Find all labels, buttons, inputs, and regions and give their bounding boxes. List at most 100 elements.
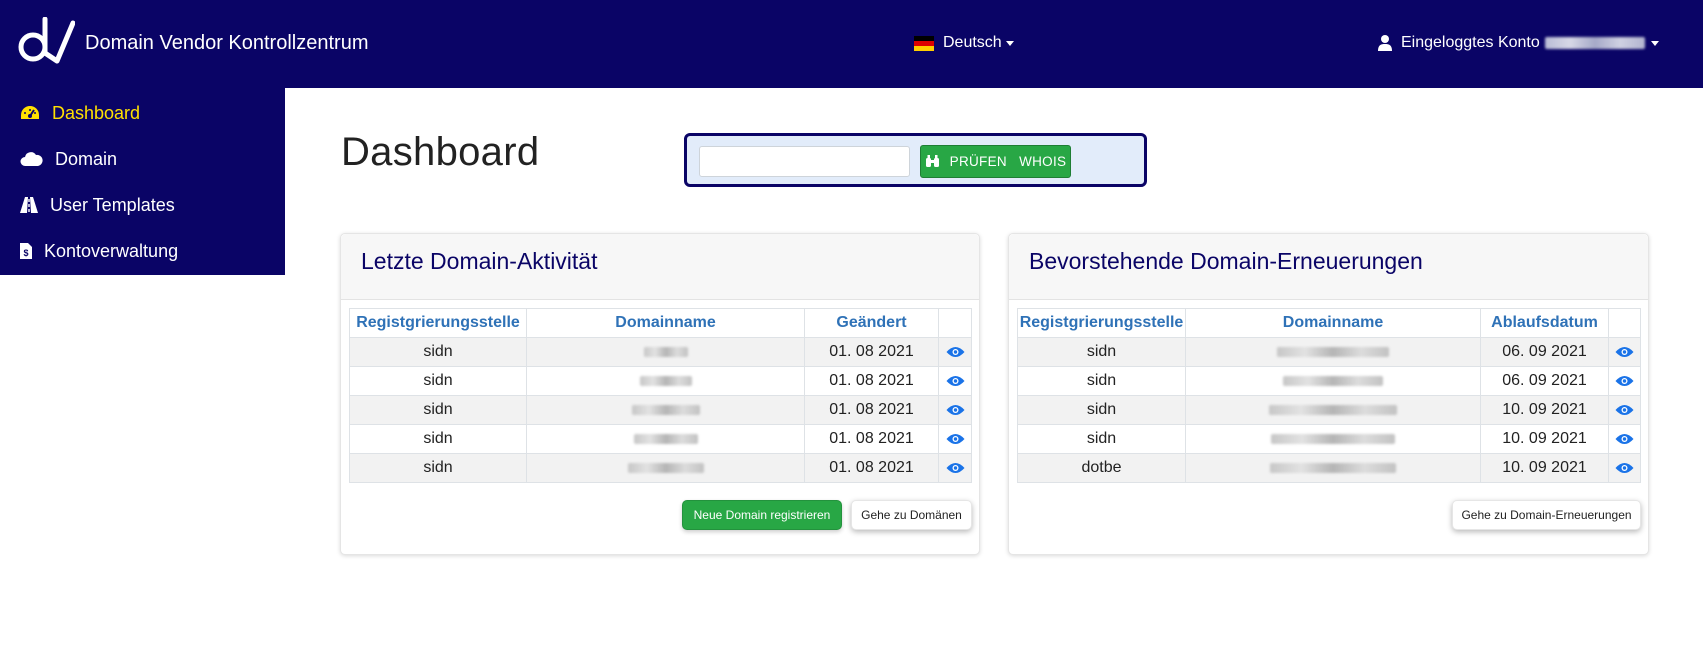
table-row: sidn 01. 08 2021 xyxy=(349,453,972,483)
registrar-cell: dotbe xyxy=(1017,453,1186,483)
registrar-cell: sidn xyxy=(349,366,527,396)
whois-search-panel: PRÜFEN WHOIS xyxy=(684,133,1147,187)
date-cell: 01. 08 2021 xyxy=(804,395,939,425)
eye-icon[interactable] xyxy=(1615,346,1634,358)
domain-cell xyxy=(1185,424,1481,454)
caret-down-icon xyxy=(1005,40,1014,46)
domain-cell xyxy=(526,395,805,425)
sidebar-item-kontoverwaltung[interactable]: $ Kontoverwaltung xyxy=(20,236,178,266)
caret-down-icon xyxy=(1650,40,1659,46)
table-header-row: Registgrierungsstelle Domainname Geänder… xyxy=(349,308,972,338)
eye-icon[interactable] xyxy=(946,375,965,387)
domain-cell xyxy=(526,424,805,454)
registrar-cell: sidn xyxy=(1017,424,1186,454)
date-cell: 01. 08 2021 xyxy=(804,366,939,396)
table-row: sidn 01. 08 2021 xyxy=(349,337,972,367)
date-cell: 01. 08 2021 xyxy=(804,424,939,454)
sidebar-item-user-templates[interactable]: User Templates xyxy=(20,190,175,220)
column-header[interactable]: Domainname xyxy=(1185,308,1481,338)
redacted-domain xyxy=(1277,346,1389,357)
recent-activity-card: Letzte Domain-Aktivität Registgrierungss… xyxy=(340,233,980,555)
language-dropdown[interactable]: Deutsch xyxy=(914,34,1014,52)
date-cell: 10. 09 2021 xyxy=(1480,395,1609,425)
date-cell: 10. 09 2021 xyxy=(1480,424,1609,454)
registrar-cell: sidn xyxy=(1017,366,1186,396)
page-title: Dashboard xyxy=(341,130,540,174)
view-cell xyxy=(938,366,972,396)
registrar-cell: sidn xyxy=(349,337,527,367)
redacted-domain xyxy=(1283,375,1383,386)
view-cell xyxy=(1608,366,1641,396)
redacted-domain xyxy=(627,462,704,473)
sidebar-item-dashboard[interactable]: Dashboard xyxy=(20,98,140,128)
date-cell: 06. 09 2021 xyxy=(1480,337,1609,367)
column-header[interactable]: Domainname xyxy=(526,308,805,338)
upcoming-renewals-card: Bevorstehende Domain-Erneuerungen Regist… xyxy=(1008,233,1649,555)
registrar-cell: sidn xyxy=(349,395,527,425)
goto-renewals-button[interactable]: Gehe zu Domain-Erneuerungen xyxy=(1452,500,1641,530)
eye-icon[interactable] xyxy=(1615,462,1634,474)
view-cell xyxy=(938,453,972,483)
card-title: Letzte Domain-Aktivität xyxy=(361,248,598,274)
column-header[interactable]: Geändert xyxy=(804,308,939,338)
sidebar: Dashboard Domain User Templates $ Kontov… xyxy=(0,88,285,275)
table-header-row: Registgrierungsstelle Domainname Ablaufs… xyxy=(1017,308,1641,338)
redacted-domain xyxy=(631,404,700,415)
column-header xyxy=(938,308,972,338)
date-cell: 01. 08 2021 xyxy=(804,337,939,367)
redacted-domain xyxy=(639,375,692,386)
german-flag-icon xyxy=(914,35,934,51)
registrar-cell: sidn xyxy=(1017,395,1186,425)
table-row: sidn 10. 09 2021 xyxy=(1017,395,1641,425)
binoculars-icon xyxy=(925,155,939,167)
eye-icon[interactable] xyxy=(1615,433,1634,445)
register-new-domain-button[interactable]: Neue Domain registrieren xyxy=(682,500,842,530)
table-row: sidn 01. 08 2021 xyxy=(349,424,972,454)
view-cell xyxy=(938,337,972,367)
cloud-icon xyxy=(20,152,43,166)
tachometer-icon xyxy=(21,106,39,119)
domain-cell xyxy=(1185,453,1481,483)
column-header xyxy=(1608,308,1641,338)
domain-cell xyxy=(1185,395,1481,425)
eye-icon[interactable] xyxy=(946,462,965,474)
brand[interactable]: Domain Vendor Kontrollzentrum xyxy=(17,17,368,65)
table-row: sidn 01. 08 2021 xyxy=(349,395,972,425)
view-cell xyxy=(1608,453,1641,483)
domain-cell xyxy=(1185,337,1481,367)
eye-icon[interactable] xyxy=(946,346,965,358)
view-cell xyxy=(938,424,972,454)
table-row: sidn 06. 09 2021 xyxy=(1017,366,1641,396)
sidebar-item-label: Dashboard xyxy=(52,102,141,123)
file-invoice-dollar-icon: $ xyxy=(20,243,32,259)
redacted-domain xyxy=(633,433,698,444)
whois-button-label: PRÜFEN WHOIS xyxy=(949,154,1067,169)
column-header[interactable]: Registgrierungsstelle xyxy=(1017,308,1186,338)
table-row: sidn 06. 09 2021 xyxy=(1017,337,1641,367)
domain-cell xyxy=(526,337,805,367)
date-cell: 06. 09 2021 xyxy=(1480,366,1609,396)
column-header[interactable]: Registgrierungsstelle xyxy=(349,308,527,338)
sidebar-item-label: Domain xyxy=(55,148,118,169)
eye-icon[interactable] xyxy=(1615,375,1634,387)
road-icon xyxy=(20,197,38,213)
top-navbar: Domain Vendor Kontrollzentrum Deutsch Ei… xyxy=(0,0,1703,88)
sidebar-item-label: User Templates xyxy=(50,194,175,215)
eye-icon[interactable] xyxy=(1615,404,1634,416)
registrar-cell: sidn xyxy=(349,424,527,454)
view-cell xyxy=(938,395,972,425)
user-icon xyxy=(1378,35,1392,51)
account-dropdown[interactable]: Eingeloggtes Konto xyxy=(1378,34,1659,52)
eye-icon[interactable] xyxy=(946,404,965,416)
eye-icon[interactable] xyxy=(946,433,965,445)
registrar-cell: sidn xyxy=(349,453,527,483)
date-cell: 10. 09 2021 xyxy=(1480,453,1609,483)
column-header[interactable]: Ablaufsdatum xyxy=(1480,308,1609,338)
whois-check-button[interactable]: PRÜFEN WHOIS xyxy=(920,145,1071,178)
recent-activity-table: Registgrierungsstelle Domainname Geänder… xyxy=(349,308,972,483)
sidebar-item-domain[interactable]: Domain xyxy=(20,144,117,174)
table-row: dotbe 10. 09 2021 xyxy=(1017,453,1641,483)
date-cell: 01. 08 2021 xyxy=(804,453,939,483)
domain-search-input[interactable] xyxy=(699,146,910,177)
goto-domains-button[interactable]: Gehe zu Domänen xyxy=(851,500,972,530)
